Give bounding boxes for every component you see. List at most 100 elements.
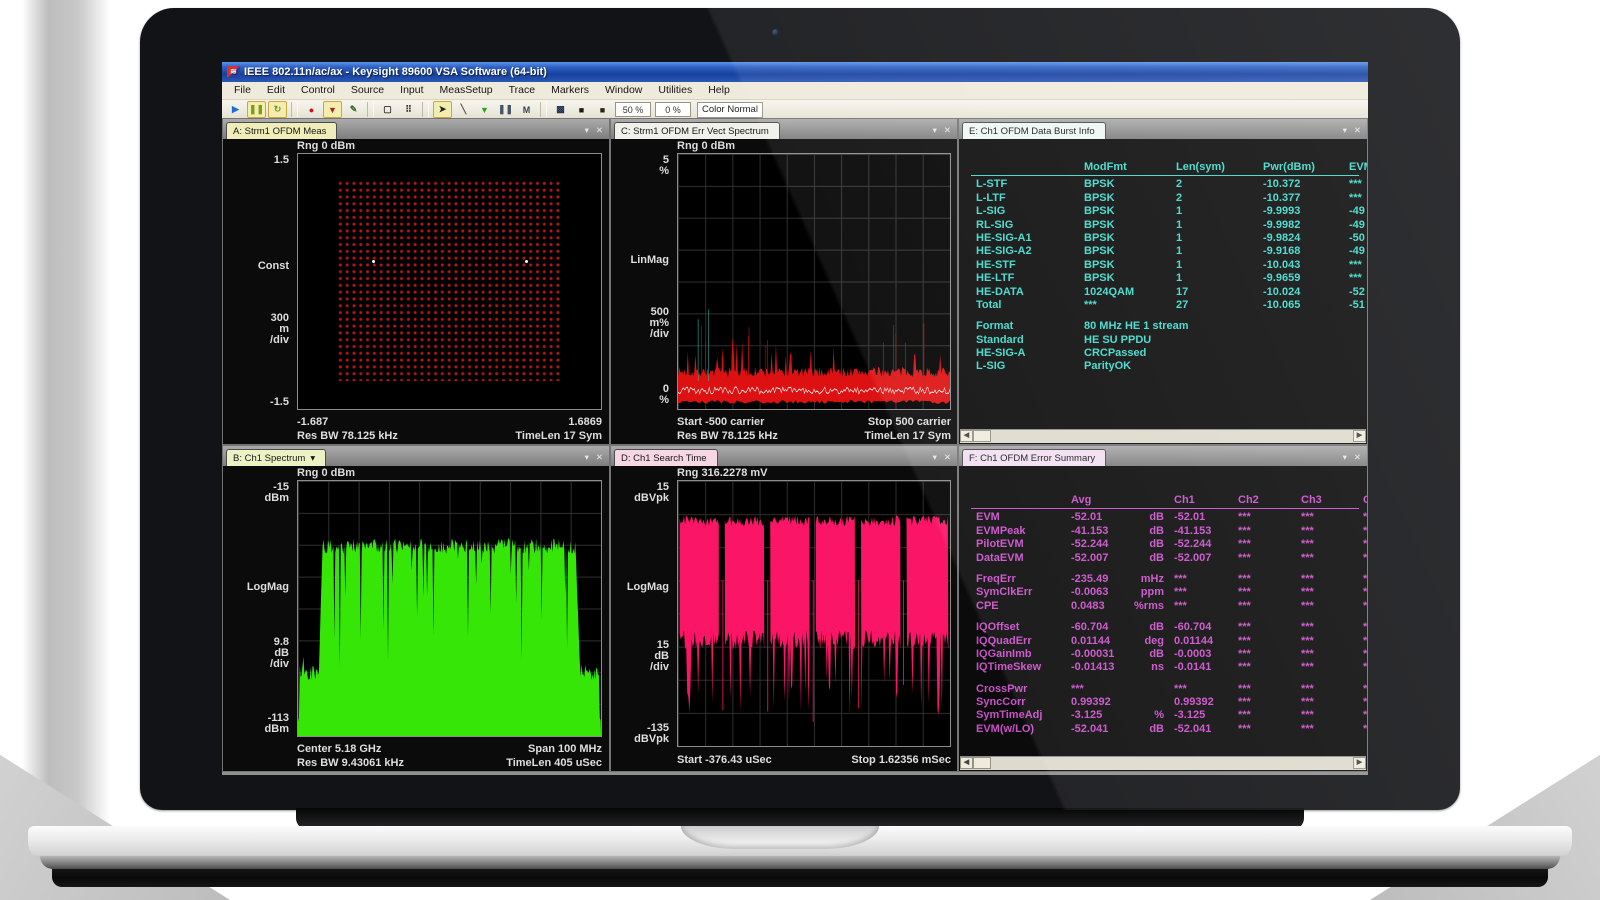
toolbar-pointer-button[interactable]: ➤ xyxy=(433,101,452,118)
panel-c-tab[interactable]: C: Strm1 OFDM Err Vect Spectrum xyxy=(614,122,780,139)
table-row: SymTimeAdj-3.125%-3.125********* xyxy=(959,709,1367,722)
table-cell: -52.007 xyxy=(1071,552,1129,565)
menu-item-markers[interactable]: Markers xyxy=(543,82,597,99)
scroll-thumb[interactable] xyxy=(973,430,991,442)
zoom-level-box[interactable]: 50 % xyxy=(615,102,651,117)
scroll-right-button[interactable]: ▶ xyxy=(1353,430,1366,442)
close-icon[interactable]: ✕ xyxy=(944,125,951,136)
menu-item-input[interactable]: Input xyxy=(392,82,431,99)
close-icon[interactable]: ✕ xyxy=(1354,125,1361,136)
y-axis-scale-label: 300 m /div xyxy=(223,313,289,346)
evm-spectrum-plot-area[interactable] xyxy=(677,153,951,410)
table-cell: Format xyxy=(976,320,1084,333)
h-scrollbar[interactable]: ◀ ▶ xyxy=(960,756,1366,770)
table-cell: -9.9982 xyxy=(1263,219,1349,232)
toolbar-record-button[interactable]: ● xyxy=(302,101,321,118)
panel-menu-icon[interactable]: ▾ xyxy=(933,452,937,463)
menu-item-edit[interactable]: Edit xyxy=(259,82,293,99)
toolbar-marker-m-button[interactable]: M xyxy=(517,101,536,118)
table-cell: 0.99392 xyxy=(1071,696,1129,709)
table-cell: *** xyxy=(1301,586,1363,599)
title-bar[interactable]: ≋ IEEE 802.11n/ac/ax - Keysight 89600 VS… xyxy=(222,62,1368,82)
scroll-left-button[interactable]: ◀ xyxy=(960,757,973,769)
panel-c-tabbar: C: Strm1 OFDM Err Vect Spectrum ▾ ✕ xyxy=(611,119,957,139)
y-axis-scale-label: 15 dB /div xyxy=(611,640,669,673)
menu-item-window[interactable]: Window xyxy=(597,82,650,99)
panel-f-tab[interactable]: F: Ch1 OFDM Error Summary xyxy=(962,449,1106,466)
table-cell: DataEVM xyxy=(976,552,1071,565)
table-cell: HE-SIG-A2 xyxy=(976,245,1084,258)
toolbar-single-layout-button[interactable]: ▢ xyxy=(378,101,397,118)
scroll-left-button[interactable]: ◀ xyxy=(960,430,973,442)
close-icon[interactable]: ✕ xyxy=(944,452,951,463)
x-axis-right-value: 1.6869 xyxy=(568,416,602,429)
constellation-plot-area[interactable] xyxy=(297,153,602,410)
menu-item-trace[interactable]: Trace xyxy=(501,82,543,99)
table-cell: dB xyxy=(1129,723,1174,736)
color-mode-select[interactable]: Color Normal xyxy=(697,102,763,118)
menu-item-source[interactable]: Source xyxy=(343,82,392,99)
scroll-track[interactable] xyxy=(991,757,1353,770)
spectrum-plot-area[interactable] xyxy=(297,480,602,737)
menu-item-help[interactable]: Help xyxy=(700,82,738,99)
table-cell: BPSK xyxy=(1084,178,1176,191)
table-cell: HE-DATA xyxy=(976,286,1084,299)
panel-a-tab[interactable]: A: Strm1 OFDM Meas xyxy=(226,122,337,139)
offset-percent-box[interactable]: 0 % xyxy=(655,102,691,117)
table-cell: -52.244 xyxy=(1071,538,1129,551)
panel-b-tab[interactable]: B: Ch1 Spectrum ▾ xyxy=(226,449,326,466)
toolbar-peak-marker-button[interactable]: ▼ xyxy=(475,101,494,118)
table-row: L-STFBPSK2-10.372*** xyxy=(959,178,1367,191)
panel-menu-icon[interactable]: ▾ xyxy=(1343,452,1347,463)
panel-menu-icon[interactable]: ▾ xyxy=(933,125,937,136)
toolbar-line-marker-button[interactable]: ╲ xyxy=(454,101,473,118)
panel-c-err-vect-spectrum: C: Strm1 OFDM Err Vect Spectrum ▾ ✕ Rng … xyxy=(610,118,958,445)
table-row: CPE0.0483%rms************ xyxy=(959,600,1367,613)
toolbar-pause-marker-button[interactable]: ❚❚ xyxy=(496,101,515,118)
toolbar-restart-button[interactable]: ↻ xyxy=(268,101,287,118)
y-axis-scale-label: 500 m% /div xyxy=(611,307,669,340)
panel-d-tab[interactable]: D: Ch1 Search Time xyxy=(614,449,718,466)
toolbar-demod-setup-button[interactable]: ▼ xyxy=(323,101,342,118)
table-cell xyxy=(976,494,1071,507)
search-time-plot-area[interactable] xyxy=(677,480,951,747)
table-cell: dB xyxy=(1129,648,1174,661)
scroll-thumb[interactable] xyxy=(973,757,991,769)
panel-menu-icon[interactable]: ▾ xyxy=(585,125,589,136)
table-cell: -9.9168 xyxy=(1263,245,1349,258)
menu-item-file[interactable]: File xyxy=(226,82,259,99)
menu-item-meassetup[interactable]: MeasSetup xyxy=(432,82,501,99)
chevron-down-icon[interactable]: ▾ xyxy=(310,450,315,467)
h-scrollbar[interactable]: ◀ ▶ xyxy=(960,429,1366,443)
toolbar-pause-button[interactable]: ❚❚ xyxy=(247,101,266,118)
scroll-right-button[interactable]: ▶ xyxy=(1353,757,1366,769)
close-icon[interactable]: ✕ xyxy=(1354,452,1361,463)
table-cell: *** xyxy=(1174,573,1238,586)
y-axis-bottom-label: -113 dBm xyxy=(223,713,289,735)
scroll-track[interactable] xyxy=(991,430,1353,443)
toolbar-play-button[interactable]: ▶ xyxy=(226,101,245,118)
panel-d-controls: ▾ ✕ xyxy=(933,452,954,466)
table-cell: mHz xyxy=(1129,573,1174,586)
panel-f-controls: ▾ ✕ xyxy=(1343,452,1364,466)
toolbar-display-1-button[interactable]: ▩ xyxy=(551,101,570,118)
panel-e-tab[interactable]: E: Ch1 OFDM Data Burst Info xyxy=(962,122,1106,139)
laptop-base-edge xyxy=(40,856,1560,869)
menu-item-control[interactable]: Control xyxy=(293,82,343,99)
toolbar-display-3-button[interactable]: ■ xyxy=(593,101,612,118)
toolbar-display-2-button[interactable]: ■ xyxy=(572,101,591,118)
panel-menu-icon[interactable]: ▾ xyxy=(1343,125,1347,136)
table-cell: HE SU PPDU xyxy=(1084,334,1367,347)
close-icon[interactable]: ✕ xyxy=(596,125,603,136)
table-cell: IQQuadErr xyxy=(976,635,1071,648)
panel-f-tab-label: F: Ch1 OFDM Error Summary xyxy=(969,450,1095,467)
table-row: EVMPeak-41.153dB-41.153********* xyxy=(959,525,1367,538)
table-cell: -52.01 xyxy=(1174,511,1238,524)
y-axis-format-label: LogMag xyxy=(611,582,669,593)
toolbar-grid-layout-button[interactable]: ⠿ xyxy=(399,101,418,118)
panel-menu-icon[interactable]: ▾ xyxy=(585,452,589,463)
toolbar-edit-trace-button[interactable]: ✎ xyxy=(344,101,363,118)
close-icon[interactable]: ✕ xyxy=(596,452,603,463)
menu-item-utilities[interactable]: Utilities xyxy=(650,82,700,99)
y-axis-format-label: LogMag xyxy=(223,582,289,593)
